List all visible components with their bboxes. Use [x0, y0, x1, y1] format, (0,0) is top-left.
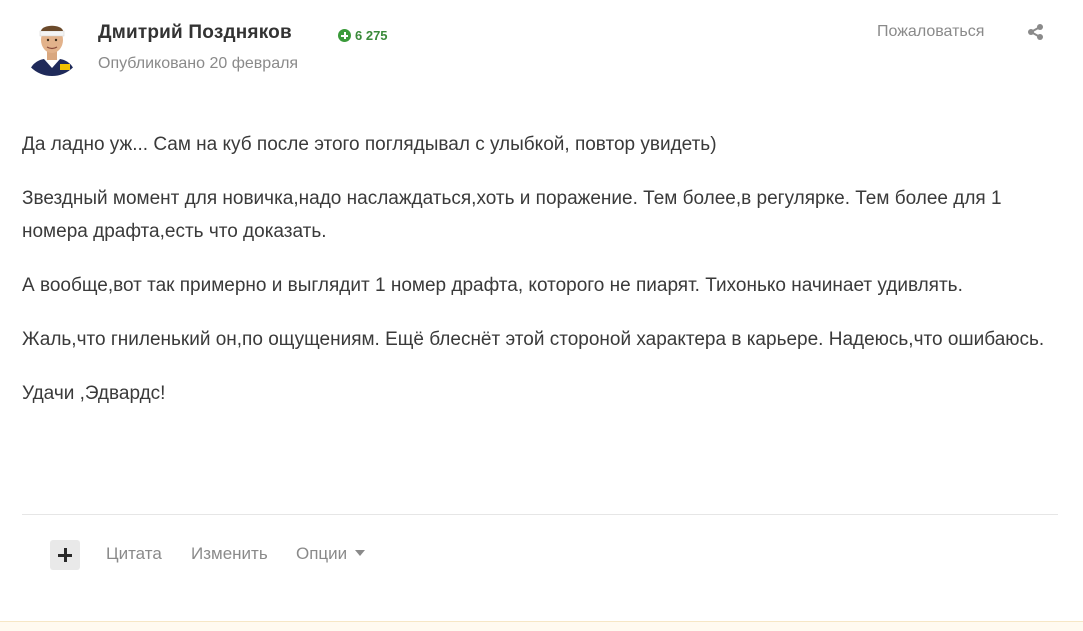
- share-icon[interactable]: [1027, 23, 1045, 41]
- plus-circle-icon: [338, 29, 351, 42]
- author-avatar[interactable]: [22, 16, 82, 76]
- post-paragraph: А вообще,вот так примерно и выглядит 1 н…: [22, 275, 963, 296]
- post-paragraph: Да ладно уж... Сам на куб после этого по…: [22, 134, 717, 155]
- quote-button[interactable]: Цитата: [106, 544, 162, 564]
- edit-button[interactable]: Изменить: [191, 544, 268, 564]
- post-content: Да ладно уж... Сам на куб после этого по…: [22, 128, 1062, 431]
- multiquote-plus-button[interactable]: [50, 540, 80, 570]
- reputation-badge: 6 275: [338, 28, 388, 43]
- options-label: Опции: [296, 544, 348, 563]
- author-name[interactable]: Дмитрий Поздняков: [98, 22, 292, 44]
- chevron-down-icon: [355, 549, 366, 556]
- forum-post: Дмитрий Поздняков 6 275 Опубликовано 20 …: [0, 0, 1083, 631]
- post-paragraph: Удачи ,Эдвардс!: [22, 383, 166, 404]
- divider: [22, 514, 1058, 515]
- report-button[interactable]: Пожаловаться: [877, 23, 984, 41]
- post-paragraph: Жаль,что гниленький он,по ощущениям. Ещё…: [22, 329, 1045, 350]
- post-paragraph: Звездный момент для новичка,надо наслажд…: [22, 188, 1002, 242]
- next-post-edge: [0, 621, 1083, 631]
- published-date: Опубликовано 20 февраля: [98, 55, 299, 72]
- reputation-count: 6 275: [355, 28, 388, 43]
- options-dropdown[interactable]: Опции: [296, 544, 366, 564]
- player-avatar-image: [22, 16, 82, 76]
